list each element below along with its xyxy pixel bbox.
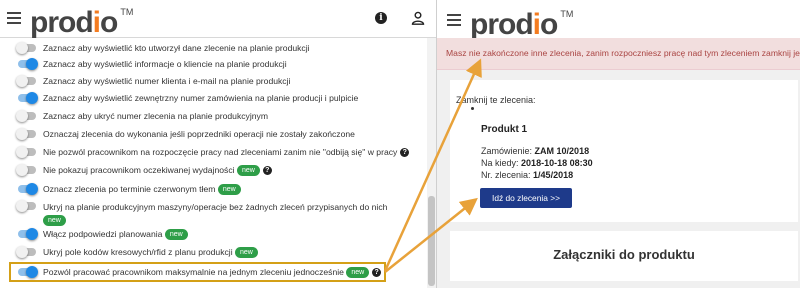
setting-label-text: Oznacz zlecenia po terminie czerwonym tł… xyxy=(43,184,216,194)
menu-icon[interactable] xyxy=(447,14,461,26)
work-panel: prodio TM Masz nie zakończone inne zlecen… xyxy=(437,0,800,288)
due-line: Na kiedy: 2018-10-18 08:30 xyxy=(481,158,593,168)
order-line: Zamówienie: ZAM 10/2018 xyxy=(481,146,590,156)
right-header: prodio TM xyxy=(437,0,800,41)
setting-label-text: Nie pokazuj pracownikom oczekiwanej wyda… xyxy=(43,165,235,175)
setting-label-text: Zaznacz aby wyświetlić informacje o klie… xyxy=(43,59,287,69)
setting-label: Zaznacz aby wyświetlić kto utworzył dane… xyxy=(43,43,310,53)
open-orders-card: Zamknij te zlecenia: Produkt 1 Zamówieni… xyxy=(450,80,798,222)
help-icon[interactable]: ? xyxy=(262,166,272,176)
product-title: Produkt 1 xyxy=(481,124,528,135)
setting-label: Zaznacz aby wyświetlić informacje o klie… xyxy=(43,59,287,69)
list-bullet xyxy=(471,107,474,110)
setting-label-text: Włącz podpowiedzi planowania xyxy=(43,229,163,239)
setting-toggle[interactable] xyxy=(16,200,38,212)
setting-label-text: Zaznacz aby ukryć numer zlecenia na plan… xyxy=(43,111,268,121)
setting-label: Ukryj na planie produkcyjnym maszyny/ope… xyxy=(43,201,387,227)
setting-label-text: Ukryj pole kodów kresowych/rfid z planu … xyxy=(43,247,233,257)
setting-label: Zaznacz aby wyświetlić numer klienta i e… xyxy=(43,76,290,86)
warning-alert: Masz nie zakończone inne zlecenia, zanim… xyxy=(437,38,800,70)
setting-label: Ukryj pole kodów kresowych/rfid z planu … xyxy=(43,247,258,259)
setting-toggle[interactable] xyxy=(16,58,38,70)
setting-label: Oznaczaj zlecenia do wykonania jeśli pop… xyxy=(43,129,355,139)
setting-label-text: Zaznacz aby wyświetlić kto utworzył dane… xyxy=(43,43,310,53)
setting-label-text: Nie pozwól pracownikom na rozpoczęcie pr… xyxy=(43,147,398,157)
setting-toggle[interactable] xyxy=(16,228,38,240)
new-badge: new xyxy=(236,165,260,177)
setting-label: Nie pokazuj pracownikom oczekiwanej wyda… xyxy=(43,165,272,177)
setting-toggle[interactable] xyxy=(16,42,38,54)
setting-toggle[interactable] xyxy=(16,128,38,140)
setting-toggle[interactable] xyxy=(16,92,38,104)
number-line: Nr. zlecenia: 1/45/2018 xyxy=(481,170,574,180)
setting-label: Oznacz zlecenia po terminie czerwonym tł… xyxy=(43,184,241,196)
setting-label-text: Zaznacz aby wyświetlić numer klienta i e… xyxy=(43,76,291,86)
setting-label: Zaznacz aby ukryć numer zlecenia na plan… xyxy=(43,111,268,121)
setting-label: Włącz podpowiedzi planowania new xyxy=(43,229,188,241)
attachments-title: Załączniki do produktu xyxy=(553,247,695,262)
setting-label-text: Zaznacz aby wyświetlić zewnętrzny numer … xyxy=(43,93,359,103)
attachments-card: Załączniki do produktu xyxy=(450,231,798,281)
new-badge: new xyxy=(164,229,188,241)
go-to-order-button[interactable]: Idź do zlecenia >> xyxy=(480,188,572,208)
scrollbar[interactable] xyxy=(427,38,436,288)
setting-toggle[interactable] xyxy=(16,164,38,176)
setting-toggle[interactable] xyxy=(16,183,38,195)
highlight-frame xyxy=(9,262,386,282)
close-orders-label: Zamknij te zlecenia: xyxy=(456,95,536,105)
info-icon[interactable]: i xyxy=(375,12,387,24)
new-badge: new xyxy=(43,215,66,227)
setting-toggle[interactable] xyxy=(16,110,38,122)
new-badge: new xyxy=(235,247,258,259)
setting-label: Nie pozwól pracownikom na rozpoczęcie pr… xyxy=(43,147,410,158)
left-header: prodio TM i xyxy=(0,0,436,39)
setting-toggle[interactable] xyxy=(16,75,38,87)
setting-label: Zaznacz aby wyświetlić zewnętrzny numer … xyxy=(43,93,358,103)
help-icon[interactable]: ? xyxy=(400,148,410,158)
setting-label-text: Ukryj na planie produkcyjnym maszyny/ope… xyxy=(43,202,388,212)
user-icon[interactable] xyxy=(411,11,425,25)
brand-logo: prodio TM xyxy=(30,6,134,39)
new-badge: new xyxy=(217,184,241,196)
setting-toggle[interactable] xyxy=(16,246,38,258)
menu-icon[interactable] xyxy=(7,12,21,24)
setting-label-text: Oznaczaj zlecenia do wykonania jeśli pop… xyxy=(43,129,355,139)
settings-panel: prodio TM i Zaznacz aby wyświetlić kto ut… xyxy=(0,0,436,288)
brand-logo: prodio TM xyxy=(470,8,574,41)
setting-toggle[interactable] xyxy=(16,146,38,158)
